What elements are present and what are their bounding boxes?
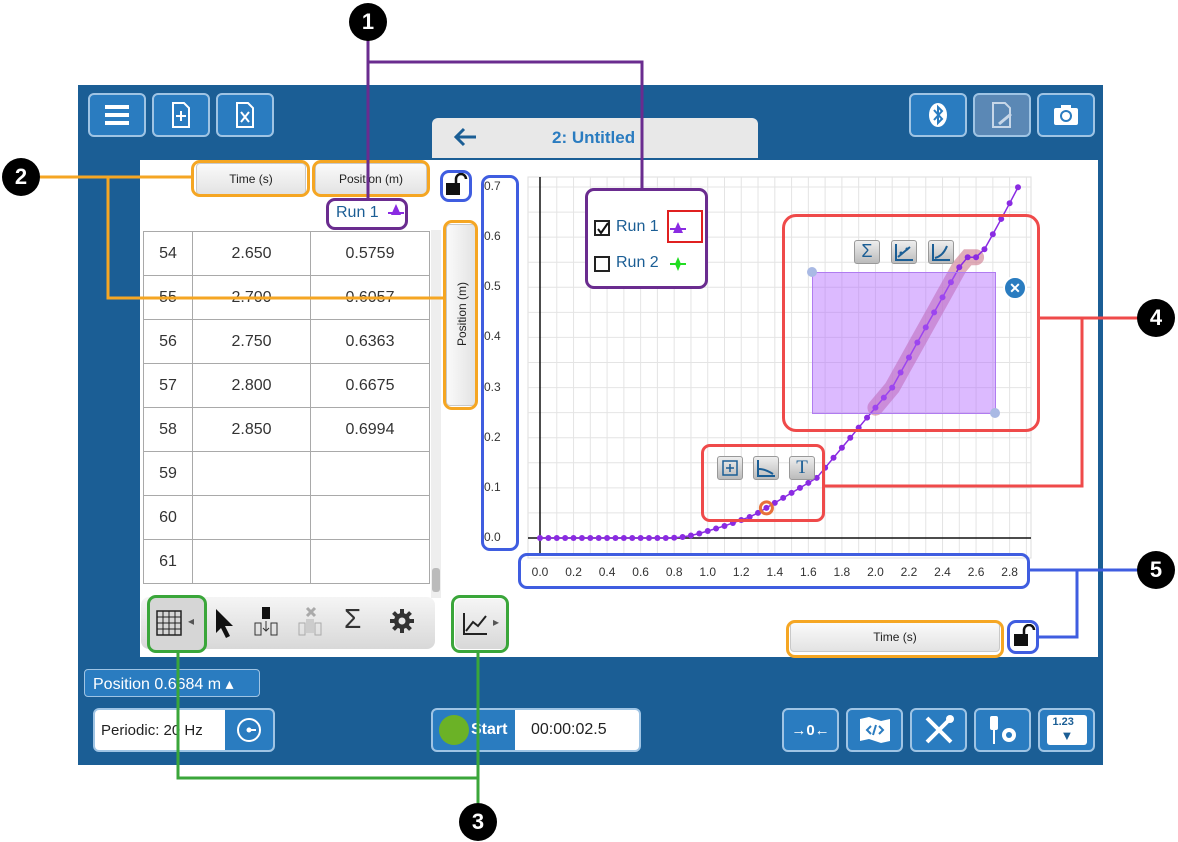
callout-number-1: 1 <box>349 3 387 41</box>
callout-number-4: 4 <box>1137 299 1175 337</box>
callout-number-5: 5 <box>1137 551 1175 589</box>
callout-connectors <box>40 40 1140 803</box>
callout-number-2: 2 <box>2 158 40 196</box>
callout-number-3: 3 <box>459 803 497 841</box>
